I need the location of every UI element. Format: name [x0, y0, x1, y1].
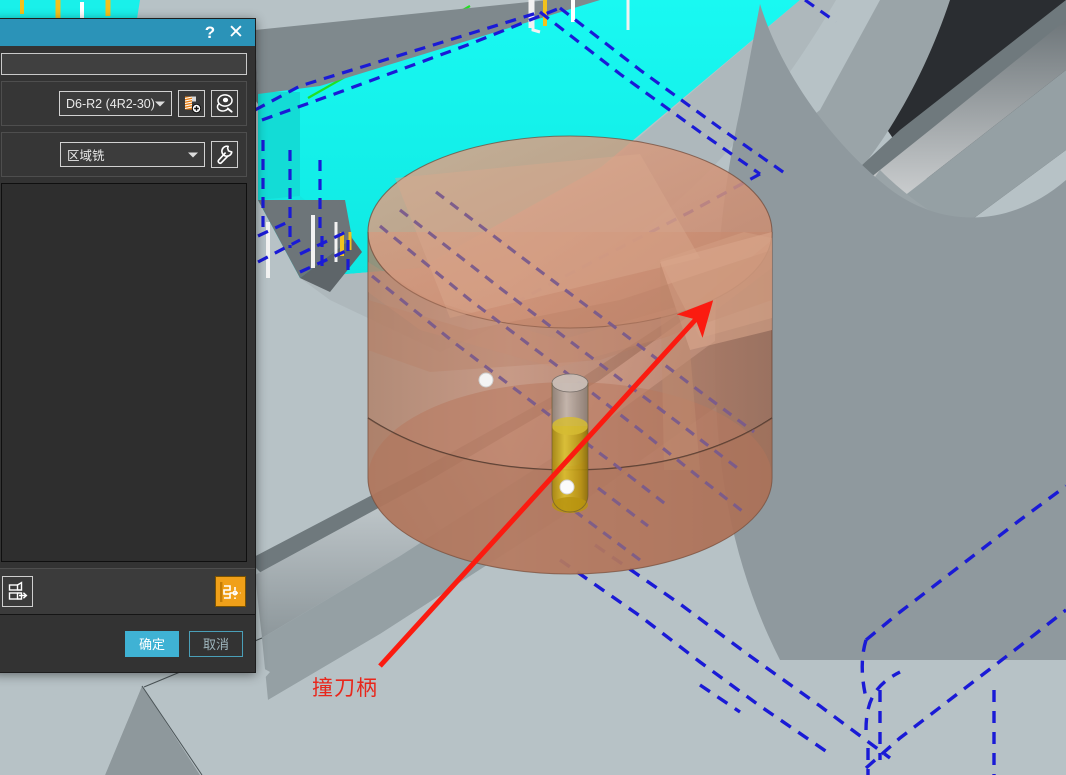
tool-selection-group: D6-R2 (4R2-30)	[1, 81, 247, 126]
toolpath-origin-icon[interactable]	[215, 576, 246, 607]
tool-combo-value: D6-R2 (4R2-30)	[66, 96, 155, 111]
geometry-action-bar	[0, 568, 255, 614]
add-endmill-icon[interactable]	[178, 90, 205, 117]
chevron-down-icon	[188, 152, 198, 157]
cancel-button[interactable]: 取消	[189, 630, 243, 657]
toolpath-point-marker	[478, 372, 494, 388]
tool-combo[interactable]: D6-R2 (4R2-30)	[59, 91, 172, 116]
operation-name-input[interactable]	[1, 53, 247, 75]
chevron-down-icon	[155, 101, 165, 106]
cam-operation-dialog[interactable]: ? ✕ D6-R2 (4R2-30) 区域铣 确定 取消	[0, 18, 256, 673]
strategy-group: 区域铣	[1, 132, 247, 177]
annotation-label: 撞刀柄	[312, 676, 378, 700]
help-icon[interactable]: ?	[197, 21, 223, 45]
dialog-footer: 确定 取消	[0, 614, 255, 672]
strategy-combo[interactable]: 区域铣	[60, 142, 205, 167]
strategy-combo-value: 区域铣	[67, 149, 105, 163]
action-bar-left	[2, 576, 33, 607]
tool-inspect-wrench-icon[interactable]	[211, 90, 238, 117]
close-icon[interactable]: ✕	[223, 21, 249, 45]
ok-button[interactable]: 确定	[125, 630, 179, 657]
operation-name-row	[1, 53, 247, 75]
wrench-icon[interactable]	[211, 141, 238, 168]
dialog-titlebar[interactable]: ? ✕	[0, 19, 255, 46]
geometry-list-panel[interactable]	[1, 183, 247, 562]
export-geometry-icon[interactable]	[2, 576, 33, 607]
toolpath-point-marker	[559, 479, 575, 495]
dialog-body: D6-R2 (4R2-30) 区域铣 确定 取消	[0, 46, 255, 672]
